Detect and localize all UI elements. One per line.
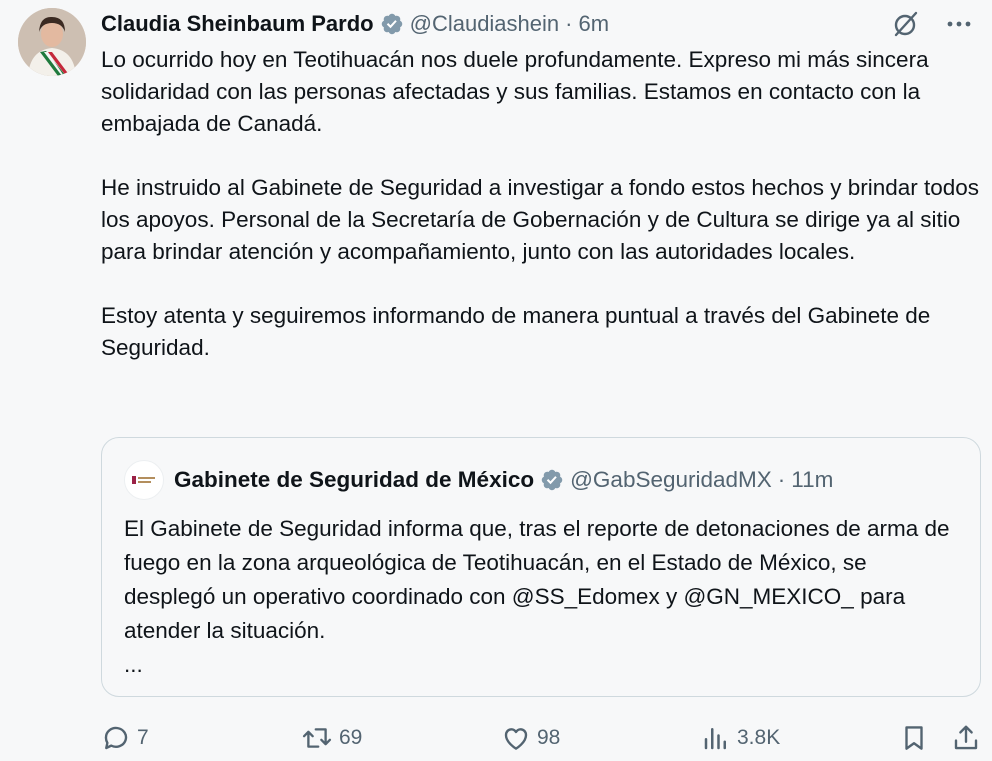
separator-dot: · — [777, 467, 786, 492]
share-button[interactable] — [951, 718, 981, 758]
grok-icon[interactable] — [892, 10, 920, 38]
verified-icon — [541, 469, 563, 491]
views-button[interactable]: 3.8K — [701, 718, 780, 758]
like-button[interactable]: 98 — [501, 718, 560, 758]
tweet-paragraph: Estoy atenta y seguiremos informando de … — [101, 303, 931, 360]
tweet-paragraph: He instruido al Gabinete de Seguridad a … — [101, 175, 980, 264]
more-icon[interactable] — [946, 20, 972, 28]
like-icon — [504, 728, 528, 750]
quoted-author-handle[interactable]: @GabSeguridadMX — [570, 467, 772, 493]
like-count: 98 — [537, 726, 561, 749]
repost-icon — [302, 728, 332, 748]
verified-icon — [381, 13, 402, 35]
quoted-tweet-body: El Gabinete de Seguridad informa que, tr… — [124, 516, 950, 643]
repost-count: 69 — [339, 726, 363, 749]
repost-button[interactable]: 69 — [301, 718, 362, 758]
reply-count: 7 — [137, 726, 149, 749]
action-bar: 7 69 98 3.8K — [101, 718, 981, 758]
views-icon — [704, 728, 726, 750]
quoted-tweet-header: Gabinete de Seguridad de México @GabSegu… — [124, 460, 960, 500]
quoted-tweet-ellipsis: ... — [124, 652, 143, 677]
author-handle[interactable]: @Claudiashein — [410, 11, 560, 37]
bookmark-icon — [905, 726, 923, 750]
tweet-header: Claudia Sheinbaum Pardo @Claudiashein · … — [101, 8, 972, 40]
tweet-text: Lo ocurrido hoy en Teotihuacán nos duele… — [101, 44, 981, 396]
quoted-tweet-time[interactable]: 11m — [791, 467, 833, 493]
author-avatar[interactable] — [18, 8, 86, 76]
quoted-tweet[interactable]: Gabinete de Seguridad de México @GabSegu… — [101, 437, 981, 697]
tweet-time[interactable]: 6m — [578, 11, 609, 37]
author-name[interactable]: Claudia Sheinbaum Pardo — [101, 11, 374, 37]
views-count: 3.8K — [737, 726, 781, 749]
reply-button[interactable]: 7 — [101, 718, 149, 758]
quoted-author-avatar — [124, 460, 164, 500]
tweet-paragraph: Lo ocurrido hoy en Teotihuacán nos duele… — [101, 47, 929, 136]
separator-dot: · — [565, 11, 573, 36]
quoted-author-name[interactable]: Gabinete de Seguridad de México — [174, 467, 534, 493]
quoted-tweet-text: El Gabinete de Seguridad informa que, tr… — [124, 512, 964, 682]
bookmark-button[interactable] — [899, 718, 929, 758]
reply-icon — [104, 726, 128, 750]
share-icon — [954, 725, 978, 750]
